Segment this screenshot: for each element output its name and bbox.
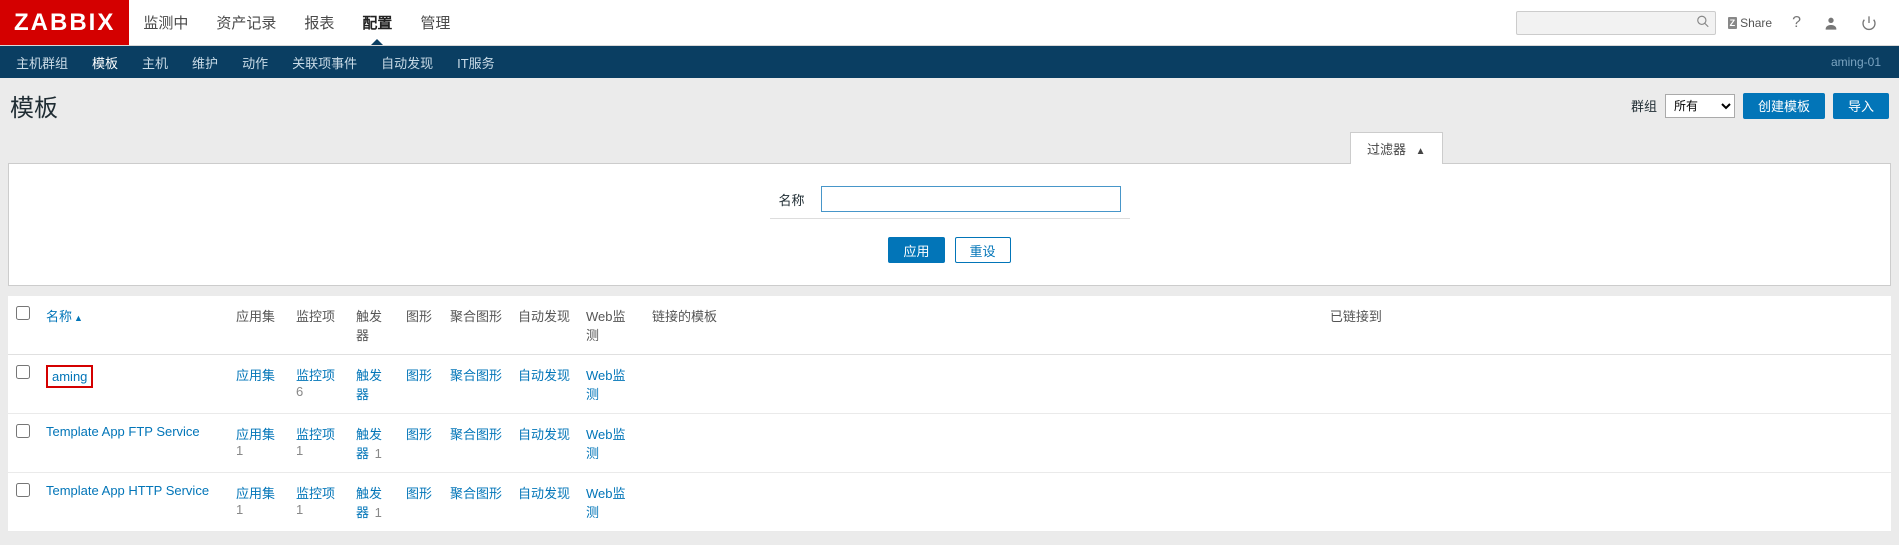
items-link[interactable]: 监控项 [296, 368, 335, 383]
subnav-hosts[interactable]: 主机 [130, 46, 180, 78]
discovery-link[interactable]: 自动发现 [518, 368, 570, 383]
select-all-checkbox[interactable] [16, 306, 30, 320]
search-box [1516, 11, 1716, 35]
templates-table: 名称▲ 应用集 监控项 触发器 图形 聚合图形 自动发现 Web监测 链接的模板… [8, 296, 1891, 532]
page-header: 模板 群组 所有 创建模板 导入 [0, 78, 1899, 131]
divider [770, 218, 1130, 219]
triggers-count: 1 [371, 446, 382, 461]
chevron-up-icon: ▲ [1416, 146, 1426, 157]
template-name-link[interactable]: Template App FTP Service [46, 424, 200, 439]
topbar: ZABBIX 监测中 资产记录 报表 配置 管理 ZShare ? [0, 0, 1899, 46]
filter-label: 过滤器 [1367, 142, 1406, 157]
templates-table-wrap: 名称▲ 应用集 监控项 触发器 图形 聚合图形 自动发现 Web监测 链接的模板… [0, 296, 1899, 532]
subnav-it-services[interactable]: IT服务 [445, 46, 507, 78]
screens-link[interactable]: 聚合图形 [450, 427, 502, 442]
col-name[interactable]: 名称▲ [38, 296, 228, 355]
nav-reports[interactable]: 报表 [290, 0, 348, 45]
web-link[interactable]: Web监测 [586, 486, 626, 520]
help-icon[interactable]: ? [1784, 14, 1809, 32]
row-checkbox[interactable] [16, 365, 30, 379]
current-user[interactable]: aming-01 [1831, 55, 1895, 69]
items-count: 6 [296, 384, 303, 399]
screens-link[interactable]: 聚合图形 [450, 368, 502, 383]
table-row: Template App FTP Service应用集 1监控项 1触发器 1图… [8, 414, 1891, 473]
top-nav: 监测中 资产记录 报表 配置 管理 [129, 0, 464, 45]
col-triggers[interactable]: 触发器 [348, 296, 398, 355]
discovery-link[interactable]: 自动发现 [518, 427, 570, 442]
filter: 过滤器 ▲ 名称 应用 重设 [0, 131, 1899, 286]
subnav-correlation[interactable]: 关联项事件 [280, 46, 369, 78]
reset-button[interactable]: 重设 [955, 237, 1011, 263]
subnav-actions[interactable]: 动作 [230, 46, 280, 78]
graphs-link[interactable]: 图形 [406, 486, 432, 501]
user-icon[interactable] [1815, 15, 1847, 31]
nav-monitoring[interactable]: 监测中 [129, 0, 202, 45]
applications-link[interactable]: 应用集 [236, 486, 275, 501]
search-icon[interactable] [1696, 14, 1710, 31]
search-input[interactable] [1516, 11, 1716, 35]
row-checkbox[interactable] [16, 424, 30, 438]
row-checkbox[interactable] [16, 483, 30, 497]
col-graphs[interactable]: 图形 [398, 296, 442, 355]
power-icon[interactable] [1853, 15, 1885, 31]
template-name-link[interactable]: Template App HTTP Service [46, 483, 209, 498]
col-linked-to[interactable]: 已链接到 [1322, 296, 1891, 355]
triggers-link[interactable]: 触发器 [356, 368, 382, 402]
col-linked-templates[interactable]: 链接的模板 [644, 296, 1322, 355]
web-link[interactable]: Web监测 [586, 427, 626, 461]
nav-configuration[interactable]: 配置 [348, 0, 406, 45]
subbar: 主机群组 模板 主机 维护 动作 关联项事件 自动发现 IT服务 aming-0… [0, 46, 1899, 78]
filter-name-input[interactable] [821, 186, 1121, 212]
group-label: 群组 [1631, 96, 1657, 115]
items-link[interactable]: 监控项 [296, 427, 335, 442]
table-row: aming 应用集 监控项 6 触发器 图形 聚合图形 自动发现 Web监测 [8, 355, 1891, 414]
group-select[interactable]: 所有 [1665, 94, 1735, 118]
col-applications[interactable]: 应用集 [228, 296, 288, 355]
applications-count: 1 [236, 502, 243, 517]
sort-asc-icon: ▲ [74, 313, 83, 323]
filter-name-label: 名称 [778, 190, 804, 209]
screens-link[interactable]: 聚合图形 [450, 486, 502, 501]
apply-button[interactable]: 应用 [888, 237, 944, 263]
logo[interactable]: ZABBIX [0, 0, 129, 45]
col-screens[interactable]: 聚合图形 [442, 296, 510, 355]
template-name-link[interactable]: aming [52, 369, 87, 384]
share-label: Share [1740, 16, 1772, 30]
table-header-row: 名称▲ 应用集 监控项 触发器 图形 聚合图形 自动发现 Web监测 链接的模板… [8, 296, 1891, 355]
sub-nav: 主机群组 模板 主机 维护 动作 关联项事件 自动发现 IT服务 [4, 46, 507, 78]
share-button[interactable]: ZShare [1722, 16, 1779, 30]
items-link[interactable]: 监控项 [296, 486, 335, 501]
subnav-templates[interactable]: 模板 [80, 46, 130, 78]
applications-link[interactable]: 应用集 [236, 368, 275, 383]
subnav-maintenance[interactable]: 维护 [180, 46, 230, 78]
import-button[interactable]: 导入 [1833, 93, 1889, 119]
col-items[interactable]: 监控项 [288, 296, 348, 355]
col-web[interactable]: Web监测 [578, 296, 644, 355]
col-discovery[interactable]: 自动发现 [510, 296, 578, 355]
items-count: 1 [296, 502, 303, 517]
graphs-link[interactable]: 图形 [406, 368, 432, 383]
create-template-button[interactable]: 创建模板 [1743, 93, 1825, 119]
nav-admin[interactable]: 管理 [406, 0, 464, 45]
applications-count: 1 [236, 443, 243, 458]
items-count: 1 [296, 443, 303, 458]
discovery-link[interactable]: 自动发现 [518, 486, 570, 501]
subnav-discovery[interactable]: 自动发现 [369, 46, 445, 78]
filter-toggle[interactable]: 过滤器 ▲ [1350, 132, 1443, 164]
triggers-count: 1 [371, 505, 382, 520]
filter-body: 名称 应用 重设 [8, 163, 1891, 286]
topbar-right: ZShare ? [1516, 0, 1899, 45]
graphs-link[interactable]: 图形 [406, 427, 432, 442]
page-title: 模板 [10, 88, 58, 123]
applications-link[interactable]: 应用集 [236, 427, 275, 442]
web-link[interactable]: Web监测 [586, 368, 626, 402]
nav-inventory[interactable]: 资产记录 [202, 0, 290, 45]
page-header-controls: 群组 所有 创建模板 导入 [1631, 93, 1889, 119]
table-row: Template App HTTP Service应用集 1监控项 1触发器 1… [8, 473, 1891, 532]
subnav-hostgroups[interactable]: 主机群组 [4, 46, 80, 78]
